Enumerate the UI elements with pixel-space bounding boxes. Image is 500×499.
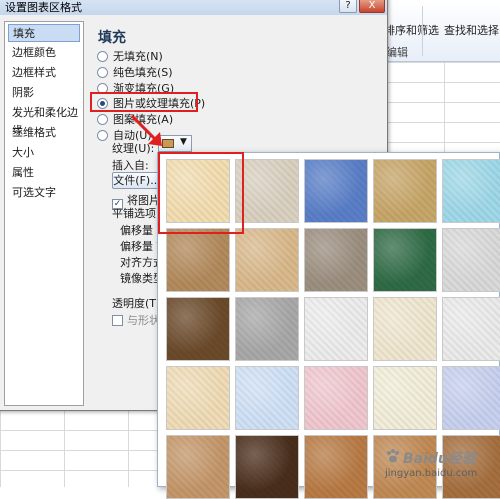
- nav-item-shadow[interactable]: 阴影: [8, 84, 80, 102]
- texture-tile[interactable]: [304, 228, 368, 292]
- category-list: 填充 边框颜色 边框样式 阴影 发光和柔化边缘 三维格式 大小 属性 可选文字: [4, 21, 84, 406]
- texture-tile[interactable]: [304, 435, 368, 499]
- worksheet-grid-bottom[interactable]: [0, 410, 160, 487]
- section-title: 填充: [98, 30, 126, 46]
- texture-tile[interactable]: [166, 297, 230, 361]
- find-select-label[interactable]: 查找和选择: [444, 22, 499, 38]
- tile-options-label: 平铺选项: [112, 207, 156, 220]
- nav-item-size[interactable]: 大小: [8, 144, 80, 162]
- close-button[interactable]: X: [359, 0, 385, 13]
- nav-item-glow-soft-edges[interactable]: 发光和柔化边缘: [8, 104, 80, 137]
- texture-tile[interactable]: [442, 366, 500, 430]
- sort-filter-label[interactable]: 排序和筛选: [384, 22, 439, 38]
- texture-tile[interactable]: [304, 297, 368, 361]
- ribbon-group-label: 编辑: [386, 46, 408, 59]
- texture-tile[interactable]: [166, 366, 230, 430]
- texture-tile[interactable]: [235, 159, 299, 223]
- texture-tile[interactable]: [442, 228, 500, 292]
- dialog-title: 设置图表区格式: [5, 1, 82, 14]
- texture-tile[interactable]: [373, 366, 437, 430]
- radio-solid-fill[interactable]: 纯色填充(S): [97, 65, 173, 80]
- baidu-paw-icon: [387, 449, 399, 463]
- texture-tile[interactable]: [442, 159, 500, 223]
- texture-tile[interactable]: [373, 228, 437, 292]
- texture-tile[interactable]: [304, 366, 368, 430]
- texture-tile[interactable]: [166, 435, 230, 499]
- radio-icon[interactable]: [97, 130, 108, 141]
- checkbox-icon[interactable]: [112, 315, 123, 326]
- nav-item-alt-text[interactable]: 可选文字: [8, 184, 80, 202]
- texture-tile[interactable]: [373, 297, 437, 361]
- nav-item-border-color[interactable]: 边框颜色: [8, 44, 80, 62]
- texture-tile[interactable]: [235, 435, 299, 499]
- help-button[interactable]: ?: [339, 0, 357, 13]
- baidu-watermark: Baidu经验 jingyan.baidu.com: [383, 446, 498, 486]
- radio-icon[interactable]: [97, 67, 108, 78]
- annotation-highlight-box: [158, 152, 244, 234]
- nav-item-border-style[interactable]: 边框样式: [8, 64, 80, 82]
- texture-tile[interactable]: [235, 366, 299, 430]
- texture-tile[interactable]: [373, 159, 437, 223]
- radio-no-fill[interactable]: 无填充(N): [97, 49, 163, 64]
- texture-tile[interactable]: [235, 297, 299, 361]
- radio-label: 纯色填充(S): [113, 66, 173, 79]
- texture-tile[interactable]: [442, 297, 500, 361]
- annotation-highlight-box: [90, 92, 198, 112]
- radio-icon[interactable]: [97, 51, 108, 62]
- file-button[interactable]: 文件(F)...: [112, 172, 162, 189]
- red-arrow-icon: [130, 114, 162, 146]
- nav-item-3d-format[interactable]: 三维格式: [8, 124, 80, 142]
- insert-from-label: 插入自:: [112, 159, 149, 172]
- watermark-url: jingyan.baidu.com: [385, 468, 478, 479]
- radio-icon[interactable]: [97, 114, 108, 125]
- dialog-titlebar[interactable]: 设置图表区格式 ? X: [0, 0, 387, 15]
- nav-item-properties[interactable]: 属性: [8, 164, 80, 182]
- ribbon-separator: [422, 6, 423, 56]
- watermark-brand: Baidu经验: [403, 451, 476, 467]
- texture-tile[interactable]: [235, 228, 299, 292]
- texture-tile[interactable]: [304, 159, 368, 223]
- nav-item-fill[interactable]: 填充: [8, 24, 80, 42]
- radio-label: 无填充(N): [113, 50, 163, 63]
- chevron-down-icon: ▼: [180, 137, 187, 147]
- texture-tile[interactable]: [166, 228, 230, 292]
